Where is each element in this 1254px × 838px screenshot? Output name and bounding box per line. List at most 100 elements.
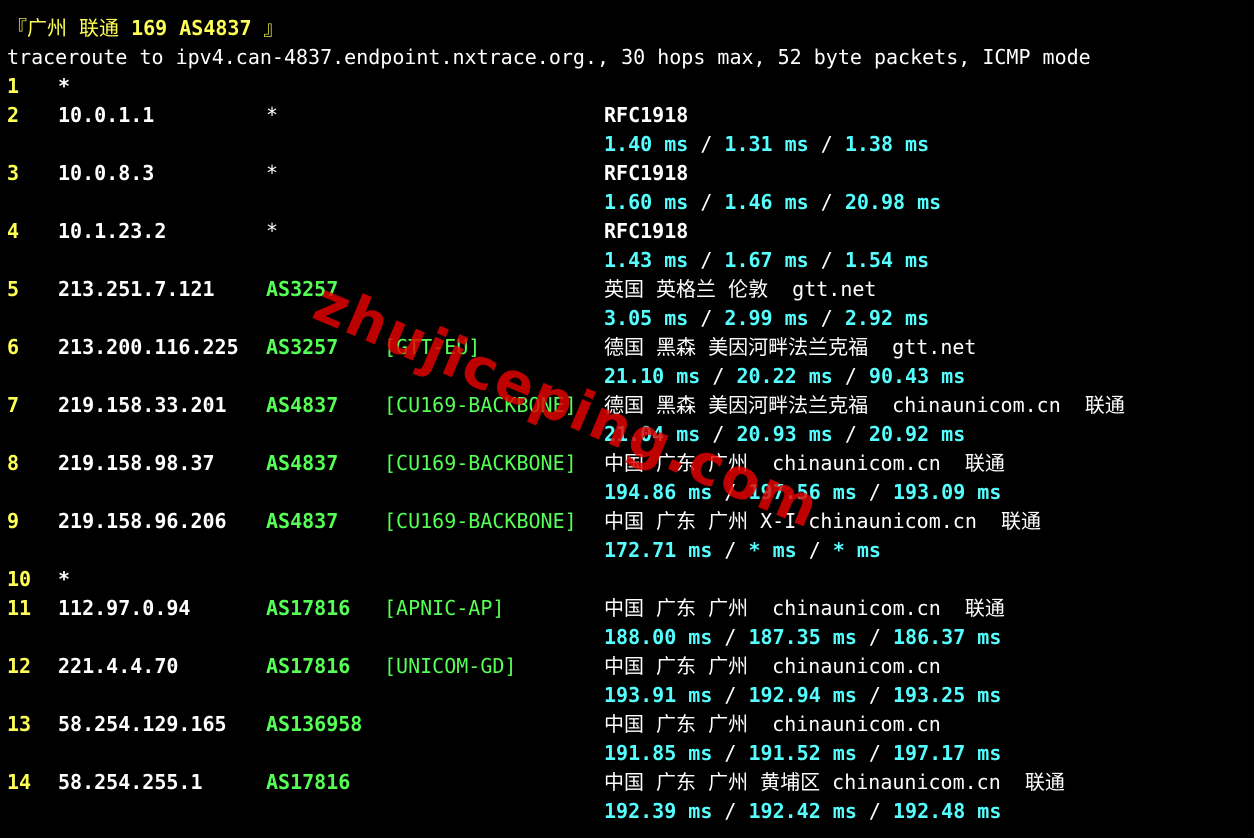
hop-network-tag: [GTT-EU]: [384, 335, 481, 359]
hop-number: 1: [7, 74, 20, 98]
hop-asn: AS4837: [266, 451, 339, 475]
hop-geo: 中国 广东 广州 chinaunicom.cn 联通: [604, 451, 1005, 475]
hop-asn: AS17816: [266, 654, 351, 678]
hop-list: 1 * 2 10.0.1.1 * RFC1918 1.40 ms / 1.31 ms / 1…: [7, 72, 1247, 826]
rtt-value: 197.56 ms: [748, 480, 857, 504]
command-text: traceroute to ipv4.can-4837.endpoint.nxt…: [7, 45, 1091, 69]
rtt-value: 1.31 ms: [724, 132, 809, 156]
hop-network-tag: [APNIC-AP]: [384, 596, 505, 620]
hop-rtt-row: 192.39 ms / 192.42 ms / 192.48 ms: [7, 797, 1247, 826]
rtt-separator: /: [688, 306, 725, 330]
hop-row: 12 221.4.4.70 AS17816 [UNICOM-GD] 中国 广东 广州 c…: [7, 652, 1247, 681]
terminal-output: 『广州 联通 169 AS4837 』 traceroute to ipv4.c…: [7, 14, 1247, 826]
rtt-separator: /: [856, 480, 893, 504]
hop-number: 6: [7, 335, 20, 359]
hop-rtt-row: 21.04 ms / 20.93 ms / 20.92 ms: [7, 420, 1247, 449]
rtt-separator: /: [808, 132, 845, 156]
hop-row: 7 219.158.33.201 AS4837 [CU169-BACKBONE] 德国 …: [7, 391, 1247, 420]
rtt-value: 191.85 ms: [604, 741, 713, 765]
hop-asn: AS3257: [266, 277, 339, 301]
hop-number: 13: [7, 712, 32, 736]
title-prefix: 『广州 联通: [7, 16, 132, 40]
hop-row: 8 219.158.98.37 AS4837 [CU169-BACKBONE] 中国 广…: [7, 449, 1247, 478]
hop-rtt: 3.05 ms / 2.99 ms / 2.92 ms: [604, 304, 929, 333]
hop-rtt-row: 172.71 ms / * ms / * ms: [7, 536, 1247, 565]
rtt-separator: /: [856, 683, 893, 707]
rtt-value: 186.37 ms: [893, 625, 1002, 649]
hop-ip: 219.158.96.206: [58, 509, 227, 533]
rtt-value: 187.35 ms: [748, 625, 857, 649]
hop-ip: 58.254.129.165: [58, 712, 227, 736]
rtt-value: 20.93 ms: [736, 422, 833, 446]
rtt-value: 193.91 ms: [604, 683, 713, 707]
rtt-value: 2.92 ms: [844, 306, 930, 330]
rtt-value: 3.05 ms: [604, 306, 689, 330]
title-bold: 169 AS4837: [131, 16, 252, 40]
rtt-value: 192.48 ms: [893, 799, 1002, 823]
rtt-value: 21.10 ms: [604, 364, 701, 388]
hop-row: 2 10.0.1.1 * RFC1918: [7, 101, 1247, 130]
rtt-separator: /: [712, 683, 749, 707]
hop-network-tag: [CU169-BACKBONE]: [384, 451, 577, 475]
hop-rtt-row: 3.05 ms / 2.99 ms / 2.92 ms: [7, 304, 1247, 333]
hop-number: 3: [7, 161, 20, 185]
hop-row: 11 112.97.0.94 AS17816 [APNIC-AP] 中国 广东 广州 c…: [7, 594, 1247, 623]
rtt-separator: /: [796, 538, 833, 562]
rtt-separator: /: [856, 741, 893, 765]
hop-geo: 德国 黑森 美因河畔法兰克福 gtt.net: [604, 335, 977, 359]
hop-row: 10 *: [7, 565, 1247, 594]
hop-rtt-row: 1.40 ms / 1.31 ms / 1.38 ms: [7, 130, 1247, 159]
rtt-separator: /: [808, 190, 845, 214]
rtt-value: 192.94 ms: [748, 683, 857, 707]
hop-asn: AS17816: [266, 770, 351, 794]
rtt-value: 2.99 ms: [724, 306, 809, 330]
terminal-title: 『广州 联通 169 AS4837 』: [7, 14, 1247, 43]
hop-rtt: 1.43 ms / 1.67 ms / 1.54 ms: [604, 246, 929, 275]
hop-rtt-row: 188.00 ms / 187.35 ms / 186.37 ms: [7, 623, 1247, 652]
rtt-value: 21.04 ms: [604, 422, 701, 446]
hop-number: 7: [7, 393, 20, 417]
hop-row: 14 58.254.255.1 AS17816 中国 广东 广州 黄埔区 chinau…: [7, 768, 1247, 797]
hop-network-tag: [CU169-BACKBONE]: [384, 509, 577, 533]
hop-asn: AS4837: [266, 509, 339, 533]
rtt-value: 188.00 ms: [604, 625, 713, 649]
hop-number: 10: [7, 567, 32, 591]
rtt-value: 192.39 ms: [604, 799, 713, 823]
hop-rtt-row: 191.85 ms / 191.52 ms / 197.17 ms: [7, 739, 1247, 768]
hop-rtt: 193.91 ms / 192.94 ms / 193.25 ms: [604, 681, 1001, 710]
hop-asn: *: [266, 161, 279, 185]
rtt-separator: /: [712, 538, 749, 562]
hop-asn: *: [266, 103, 279, 127]
hop-geo: RFC1918: [604, 219, 689, 243]
hop-geo: 中国 广东 广州 黄埔区 chinaunicom.cn 联通: [604, 770, 1065, 794]
hop-network-tag: [UNICOM-GD]: [384, 654, 517, 678]
hop-number: 8: [7, 451, 20, 475]
hop-geo: RFC1918: [604, 103, 689, 127]
hop-asn: AS4837: [266, 393, 339, 417]
rtt-value: * ms: [832, 538, 881, 562]
hop-geo: 德国 黑森 美因河畔法兰克福 chinaunicom.cn 联通: [604, 393, 1125, 417]
hop-row: 4 10.1.23.2 * RFC1918: [7, 217, 1247, 246]
rtt-value: 1.38 ms: [844, 132, 930, 156]
hop-number: 4: [7, 219, 20, 243]
hop-ip: *: [58, 74, 71, 98]
hop-number: 12: [7, 654, 32, 678]
rtt-value: 20.92 ms: [868, 422, 966, 446]
hop-row: 1 *: [7, 72, 1247, 101]
hop-rtt: 1.40 ms / 1.31 ms / 1.38 ms: [604, 130, 929, 159]
rtt-separator: /: [700, 422, 737, 446]
title-suffix: 』: [251, 16, 284, 40]
hop-ip: 58.254.255.1: [58, 770, 203, 794]
hop-ip: 219.158.33.201: [58, 393, 227, 417]
hop-ip: 213.251.7.121: [58, 277, 215, 301]
hop-ip: 10.0.1.1: [58, 103, 155, 127]
hop-ip: 219.158.98.37: [58, 451, 215, 475]
hop-ip: 221.4.4.70: [58, 654, 179, 678]
rtt-separator: /: [808, 306, 845, 330]
rtt-separator: /: [856, 799, 893, 823]
hop-rtt: 191.85 ms / 191.52 ms / 197.17 ms: [604, 739, 1001, 768]
hop-rtt: 21.04 ms / 20.93 ms / 20.92 ms: [604, 420, 965, 449]
hop-ip: *: [58, 567, 71, 591]
hop-ip: 10.0.8.3: [58, 161, 155, 185]
rtt-separator: /: [688, 132, 725, 156]
